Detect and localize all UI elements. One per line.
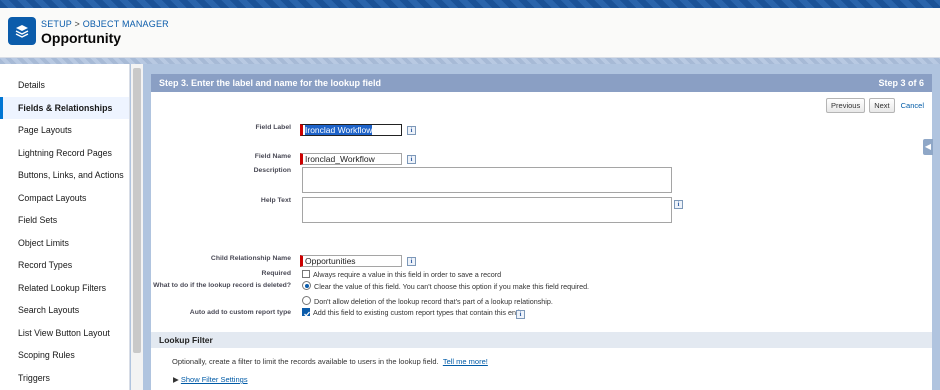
lookup-filter-header: Lookup Filter xyxy=(151,332,932,348)
header-banner xyxy=(0,0,940,8)
child-relationship-label: Child Relationship Name xyxy=(210,255,291,262)
required-text: Always require a value in this field in … xyxy=(313,270,502,279)
auto-add-info-icon[interactable]: i xyxy=(516,310,525,319)
show-filter-settings-link[interactable]: Show Filter Settings xyxy=(181,375,248,384)
field-name-info-icon[interactable]: i xyxy=(407,155,416,164)
sidebar-item[interactable]: List View Button Layout xyxy=(0,322,129,345)
sidebar-item[interactable]: Record Types xyxy=(0,254,129,277)
sidebar-item[interactable]: Buttons, Links, and Actions xyxy=(0,164,129,187)
auto-add-checkbox[interactable] xyxy=(302,308,310,317)
clear-value-option-text: Clear the value of this field. You can't… xyxy=(314,282,590,291)
required-label: Required xyxy=(261,270,291,277)
breadcrumb-setup-link[interactable]: SETUP xyxy=(41,19,72,29)
auto-add-text: Add this field to existing custom report… xyxy=(313,308,526,317)
expand-triangle-icon[interactable]: ▶ xyxy=(173,375,179,384)
lookup-filter-description: Optionally, create a filter to limit the… xyxy=(172,357,488,366)
sidebar-nav: Details Fields & Relationships Page Layout… xyxy=(0,64,130,390)
sidebar-item[interactable]: Related Lookup Filters xyxy=(0,277,129,300)
step-progress: Step 3 of 6 xyxy=(878,78,924,88)
sidebar-item[interactable]: Page Layouts xyxy=(0,119,129,142)
collapse-panel-tab[interactable]: ◀ xyxy=(923,139,933,155)
help-text-label: Help Text xyxy=(260,197,291,204)
dont-allow-deletion-option-text: Don't allow deletion of the lookup recor… xyxy=(314,297,553,306)
child-relationship-info-icon[interactable]: i xyxy=(407,257,416,266)
field-label-value: Ironclad Workflow xyxy=(305,125,373,135)
sidebar-item[interactable]: Details xyxy=(0,74,129,97)
page-title: Opportunity xyxy=(41,30,122,46)
lookup-filter-desc-text: Optionally, create a filter to limit the… xyxy=(172,357,439,366)
breadcrumb-object-manager-link[interactable]: OBJECT MANAGER xyxy=(83,19,169,29)
tell-me-more-link[interactable]: Tell me more! xyxy=(443,357,488,366)
sidebar-item[interactable]: Triggers xyxy=(0,367,129,390)
clear-value-radio[interactable] xyxy=(302,281,311,290)
breadcrumb: SETUP > OBJECT MANAGER xyxy=(41,19,169,29)
child-relationship-input[interactable]: Opportunities xyxy=(300,255,402,267)
required-checkbox[interactable] xyxy=(302,270,310,278)
description-textarea[interactable] xyxy=(302,167,672,193)
sidebar-item[interactable]: Field Sets xyxy=(0,209,129,232)
sidebar-item[interactable]: Scoping Rules xyxy=(0,344,129,367)
sidebar-item[interactable]: Search Layouts xyxy=(0,299,129,322)
field-name-input[interactable]: Ironclad_Workflow xyxy=(300,153,402,165)
sidebar-scrollbar[interactable] xyxy=(131,64,143,390)
cancel-link[interactable]: Cancel xyxy=(901,101,924,110)
help-text-info-icon[interactable]: i xyxy=(674,200,683,209)
wizard-buttons: Previous Next Cancel xyxy=(826,98,924,113)
field-label-info-icon[interactable]: i xyxy=(407,126,416,135)
show-filter-settings: ▶ Show Filter Settings xyxy=(173,375,248,384)
step-title: Step 3. Enter the label and name for the… xyxy=(159,78,382,88)
dont-allow-deletion-radio[interactable] xyxy=(302,296,311,305)
sidebar-item[interactable]: Lightning Record Pages xyxy=(0,142,129,165)
step-header: Step 3. Enter the label and name for the… xyxy=(151,74,932,92)
layers-icon xyxy=(8,17,36,45)
delete-behavior-label: What to do if the lookup record is delet… xyxy=(153,282,291,289)
sidebar-item[interactable]: Object Limits xyxy=(0,232,129,255)
sidebar-item[interactable]: Compact Layouts xyxy=(0,187,129,210)
sidebar-scrollbar-thumb[interactable] xyxy=(133,68,141,353)
auto-add-label: Auto add to custom report type xyxy=(189,309,291,316)
previous-button[interactable]: Previous xyxy=(826,98,866,113)
next-button[interactable]: Next xyxy=(869,98,895,113)
main-panel: Step 3. Enter the label and name for the… xyxy=(151,74,932,390)
breadcrumb-separator: > xyxy=(71,19,83,29)
field-label-input[interactable]: Ironclad Workflow xyxy=(300,124,402,136)
field-label-label: Field Label xyxy=(255,124,291,131)
description-label: Description xyxy=(253,167,291,174)
checkmark-icon xyxy=(304,311,310,317)
help-text-textarea[interactable] xyxy=(302,197,672,223)
sidebar-item[interactable]: Fields & Relationships xyxy=(0,96,129,119)
right-edge xyxy=(932,64,940,390)
app-header: SETUP > OBJECT MANAGER Opportunity xyxy=(0,0,940,58)
field-name-label: Field Name xyxy=(254,153,291,160)
